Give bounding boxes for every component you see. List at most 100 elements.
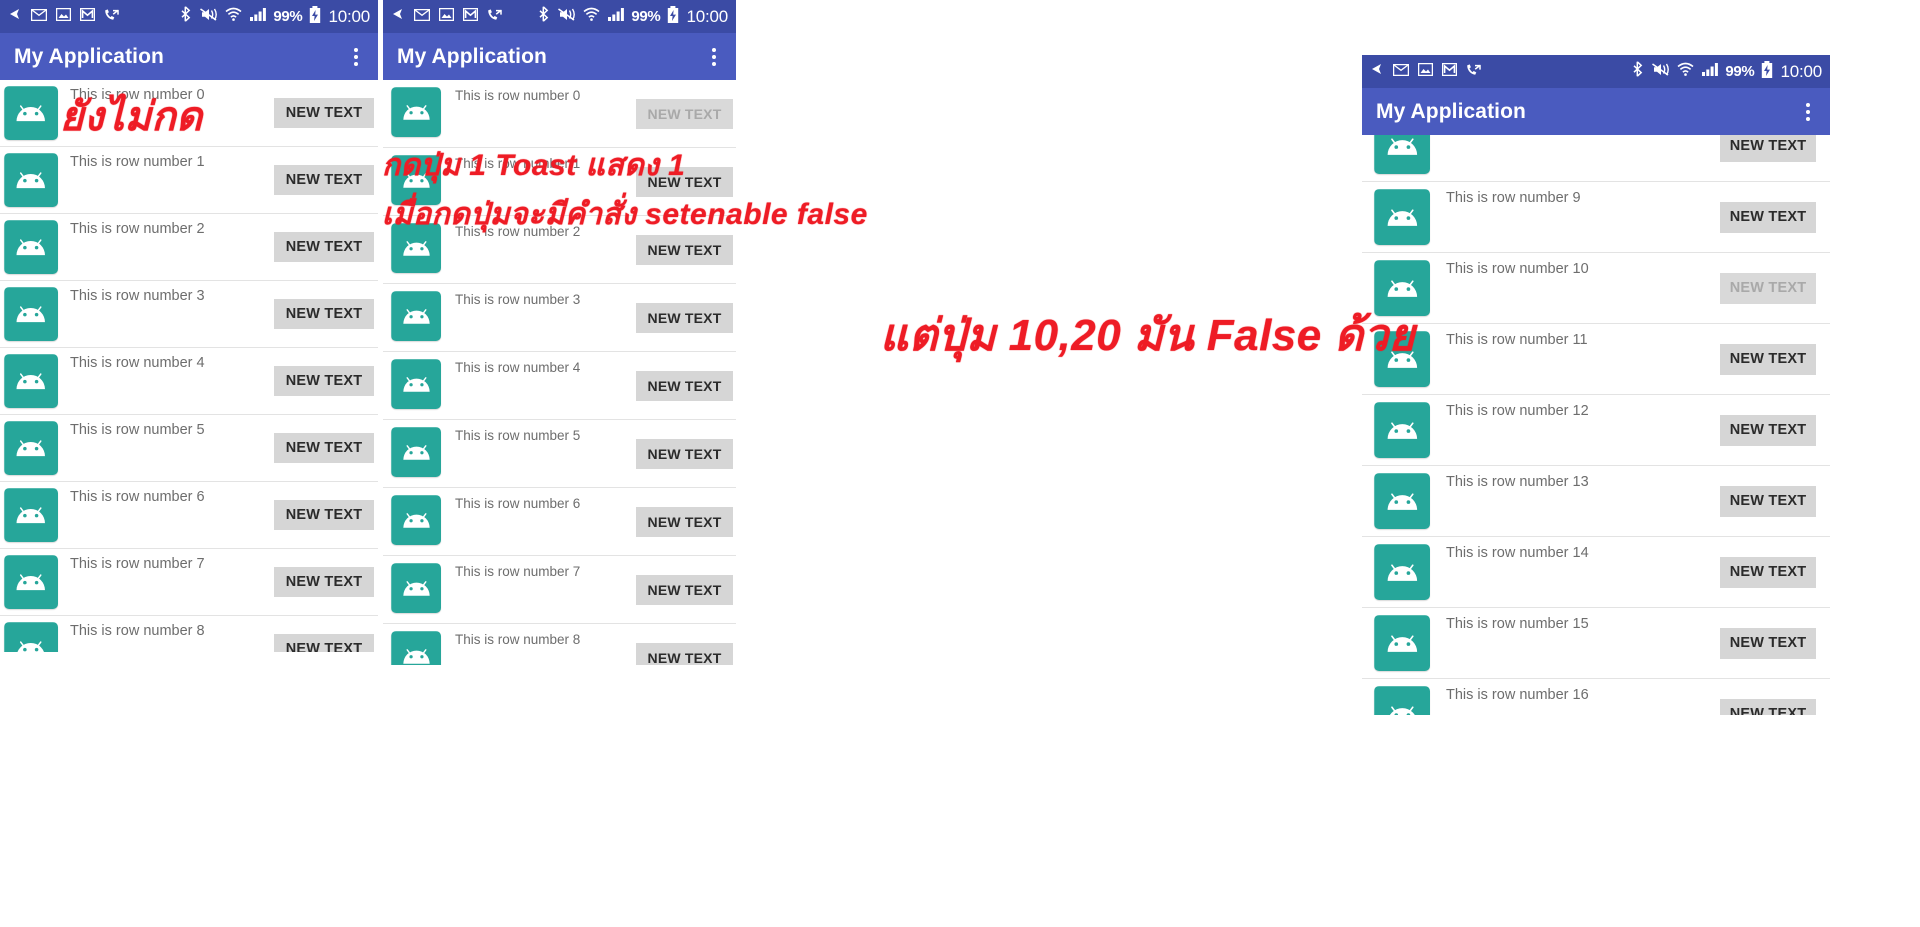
row-thumbnail xyxy=(4,153,58,207)
table-row[interactable]: This is row number 3 NEW TEXT xyxy=(383,284,736,352)
status-bar-right-icons: 99% 10:00 xyxy=(1632,60,1822,83)
row-thumbnail xyxy=(1374,135,1430,174)
row-label: This is row number 3 xyxy=(455,292,581,307)
table-row[interactable]: This is row number 0 NEW TEXT xyxy=(383,80,736,148)
wifi-icon xyxy=(1677,62,1694,82)
signal-icon xyxy=(249,7,267,26)
vibrate-mute-icon xyxy=(556,7,576,27)
android-robot-icon xyxy=(1374,544,1430,600)
new-text-button[interactable]: NEW TEXT xyxy=(636,234,733,265)
row-label: This is row number 3 xyxy=(70,288,205,304)
new-text-button[interactable]: NEW TEXT xyxy=(1720,272,1816,304)
new-text-button[interactable]: NEW TEXT xyxy=(1720,201,1816,233)
android-robot-icon xyxy=(4,421,58,475)
row-thumbnail xyxy=(4,488,58,542)
photo-icon xyxy=(1417,62,1434,81)
table-row[interactable]: This is row number 4 NEW TEXT xyxy=(383,352,736,420)
table-row[interactable]: This is row number 7 NEW TEXT xyxy=(0,549,378,616)
new-text-button[interactable]: NEW TEXT xyxy=(1720,556,1816,588)
new-text-button[interactable]: NEW TEXT xyxy=(1720,343,1816,375)
battery-charging-icon xyxy=(1761,60,1773,83)
table-row[interactable]: This is row number 6 NEW TEXT xyxy=(0,482,378,549)
vibrate-mute-icon xyxy=(198,7,218,27)
table-row[interactable]: This is row number 3 NEW TEXT xyxy=(0,281,378,348)
table-row[interactable]: This is row number 5 NEW TEXT xyxy=(0,415,378,482)
android-robot-icon xyxy=(391,291,441,341)
table-row[interactable]: This is row number 15 NEW TEXT xyxy=(1362,608,1830,679)
bluetooth-icon xyxy=(1632,61,1643,82)
row-thumbnail xyxy=(4,287,58,341)
row-label: This is row number 11 xyxy=(1446,332,1588,348)
missed-call-icon xyxy=(487,7,503,26)
row-label: This is row number 7 xyxy=(455,564,581,579)
table-row[interactable]: This is row number 4 NEW TEXT xyxy=(0,348,378,415)
table-row[interactable]: This is row number 8 NEW TEXT xyxy=(383,624,736,665)
new-text-button[interactable]: NEW TEXT xyxy=(274,567,374,597)
gmail-icon xyxy=(79,7,96,26)
new-text-button[interactable]: NEW TEXT xyxy=(274,366,374,396)
table-row[interactable]: NEW TEXT xyxy=(1362,135,1830,182)
clock-time: 10:00 xyxy=(686,6,728,26)
overflow-menu-icon[interactable] xyxy=(706,44,722,70)
envelope-icon xyxy=(413,8,431,26)
new-text-button[interactable]: NEW TEXT xyxy=(1720,485,1816,517)
table-row[interactable]: This is row number 11 NEW TEXT xyxy=(1362,324,1830,395)
table-row[interactable]: This is row number 8 NEW TEXT xyxy=(0,616,378,652)
new-text-button[interactable]: NEW TEXT xyxy=(274,98,374,128)
row-thumbnail xyxy=(1374,189,1430,245)
new-text-button[interactable]: NEW TEXT xyxy=(636,574,733,605)
table-row[interactable]: This is row number 1 NEW TEXT xyxy=(0,147,378,214)
new-text-button[interactable]: NEW TEXT xyxy=(636,370,733,401)
overflow-menu-icon[interactable] xyxy=(348,44,364,70)
row-thumbnail xyxy=(1374,615,1430,671)
table-row[interactable]: This is row number 12 NEW TEXT xyxy=(1362,395,1830,466)
android-robot-icon xyxy=(4,354,58,408)
new-text-button[interactable]: NEW TEXT xyxy=(274,433,374,463)
row-list[interactable]: NEW TEXT This is row number 9 NEW TEXT This… xyxy=(1362,135,1830,715)
new-text-button[interactable]: NEW TEXT xyxy=(1720,414,1816,446)
table-row[interactable]: This is row number 9 NEW TEXT xyxy=(1362,182,1830,253)
new-text-button[interactable]: NEW TEXT xyxy=(274,634,374,652)
row-list[interactable]: This is row number 0 NEW TEXT This is row … xyxy=(0,80,378,652)
table-row[interactable]: This is row number 6 NEW TEXT xyxy=(383,488,736,556)
row-label: This is row number 6 xyxy=(455,496,581,511)
row-thumbnail xyxy=(1374,686,1430,715)
new-text-button[interactable]: NEW TEXT xyxy=(1720,627,1816,659)
android-robot-icon xyxy=(1374,615,1430,671)
screenshot-stage: 99% 10:00 My Application This is row num… xyxy=(0,0,1920,927)
annotation-panel-a-0: ยังไม่กด xyxy=(60,95,203,139)
table-row[interactable]: This is row number 10 NEW TEXT xyxy=(1362,253,1830,324)
new-text-button[interactable]: NEW TEXT xyxy=(1720,698,1816,715)
new-text-button[interactable]: NEW TEXT xyxy=(274,500,374,530)
battery-percent: 99% xyxy=(1725,63,1755,80)
table-row[interactable]: This is row number 14 NEW TEXT xyxy=(1362,537,1830,608)
new-text-button[interactable]: NEW TEXT xyxy=(1720,135,1816,162)
table-row[interactable]: This is row number 16 NEW TEXT xyxy=(1362,679,1830,715)
table-row[interactable]: This is row number 13 NEW TEXT xyxy=(1362,466,1830,537)
new-text-button[interactable]: NEW TEXT xyxy=(636,642,733,665)
signal-icon xyxy=(1701,62,1719,81)
android-robot-icon xyxy=(4,488,58,542)
pin-icon xyxy=(391,7,405,26)
new-text-button[interactable]: NEW TEXT xyxy=(636,506,733,537)
row-label: This is row number 6 xyxy=(70,489,205,505)
table-row[interactable]: This is row number 7 NEW TEXT xyxy=(383,556,736,624)
new-text-button[interactable]: NEW TEXT xyxy=(274,232,374,262)
new-text-button[interactable]: NEW TEXT xyxy=(636,438,733,469)
table-row[interactable]: This is row number 5 NEW TEXT xyxy=(383,420,736,488)
new-text-button[interactable]: NEW TEXT xyxy=(274,165,374,195)
new-text-button[interactable]: NEW TEXT xyxy=(636,98,733,129)
row-label: This is row number 16 xyxy=(1446,687,1589,703)
page-title: My Application xyxy=(397,44,547,68)
table-row[interactable]: This is row number 2 NEW TEXT xyxy=(0,214,378,281)
overflow-menu-icon[interactable] xyxy=(1800,99,1816,125)
row-label: This is row number 8 xyxy=(455,632,581,647)
row-label: This is row number 14 xyxy=(1446,545,1589,561)
gmail-icon xyxy=(1441,62,1458,81)
row-thumbnail xyxy=(4,354,58,408)
status-bar: 99% 10:00 xyxy=(0,0,378,33)
new-text-button[interactable]: NEW TEXT xyxy=(636,302,733,333)
new-text-button[interactable]: NEW TEXT xyxy=(274,299,374,329)
android-robot-icon xyxy=(4,287,58,341)
row-thumbnail xyxy=(1374,544,1430,600)
